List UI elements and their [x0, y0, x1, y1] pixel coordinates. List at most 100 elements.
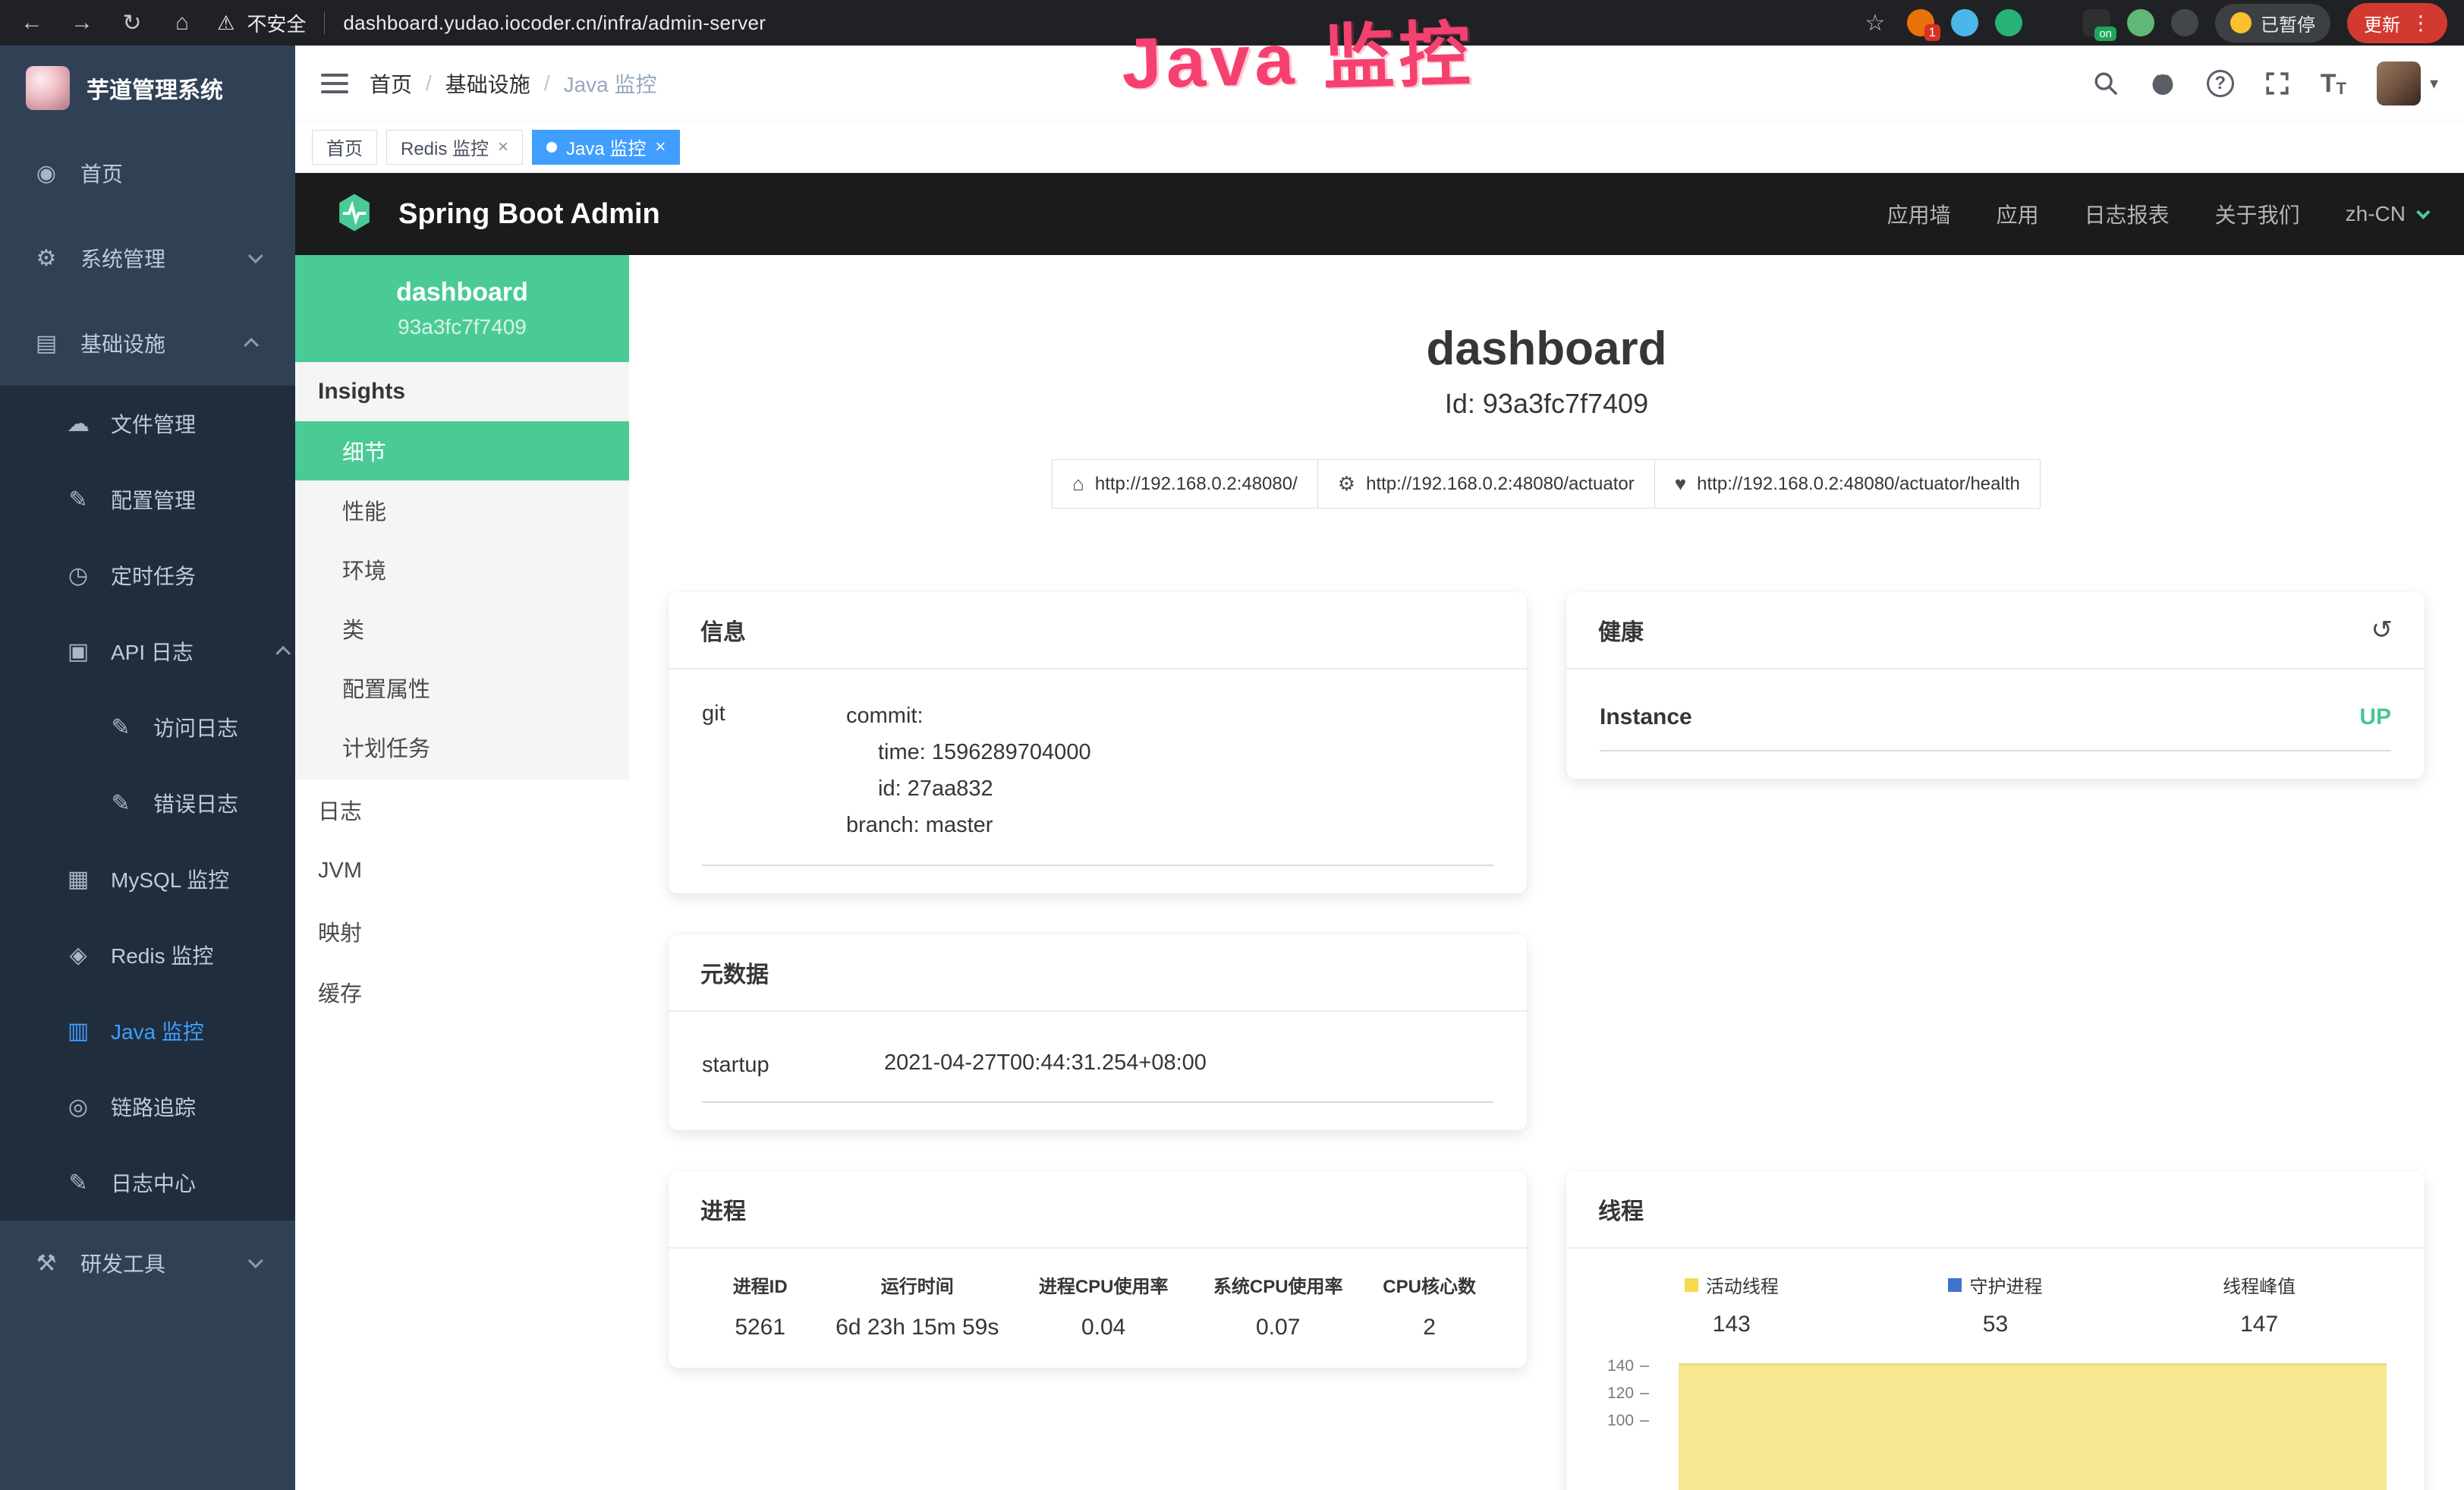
health-instance-label: Instance: [1600, 704, 1692, 730]
url-text[interactable]: dashboard.yudao.iocoder.cn/infra/admin-s…: [343, 11, 766, 35]
tag-redis-monitor[interactable]: Redis 监控 ×: [386, 130, 523, 165]
sba-item-caches[interactable]: 缓存: [295, 962, 629, 1022]
heart-icon: ♥: [1675, 472, 1686, 496]
reload-icon[interactable]: ↻: [117, 10, 147, 36]
sidebar-item-log-center[interactable]: ✎ 日志中心: [0, 1145, 295, 1221]
redis-icon: ◈: [64, 942, 93, 969]
column-header: CPU核心数: [1365, 1271, 1493, 1298]
history-icon[interactable]: ↺: [2371, 615, 2393, 645]
sba-item-scheduled-tasks[interactable]: 计划任务: [295, 717, 629, 777]
cloud-icon: ☁: [64, 411, 93, 437]
sba-nav: 应用墙 应用 日志报表 关于我们 zh-CN: [1887, 199, 2426, 229]
home-icon: ⌂: [1072, 472, 1084, 496]
address-bar[interactable]: ⚠ 不安全 dashboard.yudao.iocoder.cn/infra/a…: [217, 9, 1840, 37]
sidebar-item-label: 链路追踪: [111, 1092, 196, 1122]
legend-live: 活动线程: [1600, 1271, 1864, 1298]
close-icon[interactable]: ×: [655, 137, 666, 158]
threads-legend: 活动线程 守护进程 线程峰值 143: [1600, 1271, 2391, 1337]
sidebar-item-infrastructure[interactable]: ▤ 基础设施: [0, 301, 295, 386]
breadcrumb-infrastructure[interactable]: 基础设施: [445, 68, 530, 99]
sidebar-item-error-log[interactable]: ✎ 错误日志: [0, 765, 295, 841]
update-button[interactable]: 更新 ⋮: [2347, 3, 2447, 43]
sidebar-item-api-log[interactable]: ▣ API 日志: [0, 613, 295, 689]
sidebar-item-label: 基础设施: [80, 328, 165, 358]
sba-title[interactable]: Spring Boot Admin: [398, 198, 660, 231]
search-icon[interactable]: [2093, 71, 2119, 96]
card-title: 健康: [1598, 613, 1644, 647]
sba-item-mappings[interactable]: 映射: [295, 901, 629, 962]
close-icon[interactable]: ×: [498, 137, 508, 158]
sidebar-item-devtools[interactable]: ⚒ 研发工具: [0, 1221, 295, 1306]
sidebar-item-config-manage[interactable]: ✎ 配置管理: [0, 461, 295, 537]
security-label[interactable]: 不安全: [247, 9, 306, 37]
sidebar-item-home[interactable]: ◉ 首页: [0, 131, 295, 216]
font-size-icon[interactable]: TT: [2321, 69, 2346, 99]
chevron-down-icon: [248, 248, 263, 263]
sidebar-item-access-log[interactable]: ✎ 访问日志: [0, 689, 295, 765]
tag-java-monitor[interactable]: Java 监控 ×: [532, 130, 680, 165]
bookmark-star-icon[interactable]: ☆: [1860, 10, 1890, 36]
sidebar-item-scheduled-job[interactable]: ◷ 定时任务: [0, 537, 295, 613]
paused-badge[interactable]: 已暂停: [2215, 4, 2330, 43]
avatar[interactable]: [2377, 61, 2421, 106]
tag-home[interactable]: 首页: [312, 130, 377, 165]
extension-teal-icon[interactable]: [1995, 9, 2022, 36]
hamburger-icon[interactable]: [321, 74, 348, 93]
sidebar-item-redis-monitor[interactable]: ◈ Redis 监控: [0, 917, 295, 993]
sba-nav-about[interactable]: 关于我们: [2215, 199, 2300, 229]
app-logo[interactable]: 芋道管理系统: [0, 46, 295, 131]
home-icon[interactable]: ⌂: [167, 10, 197, 36]
browser-menu-icon[interactable]: ⋮: [2411, 11, 2431, 35]
card-title: 信息: [700, 613, 746, 647]
fullscreen-icon[interactable]: [2264, 71, 2290, 96]
dashboard-icon: ◉: [32, 160, 61, 187]
health-url-link[interactable]: ♥ http://192.168.0.2:48080/actuator/heal…: [1654, 459, 2041, 509]
sidebar-item-system[interactable]: ⚙ 系统管理: [0, 216, 295, 301]
service-url-link[interactable]: ⌂ http://192.168.0.2:48080/: [1052, 459, 1318, 509]
info-card: 信息 git commit: time: 1596289704000 id: 2…: [669, 592, 1527, 893]
health-card: 健康 ↺ Instance UP: [1566, 592, 2425, 779]
sidebar-item-file-manage[interactable]: ☁ 文件管理: [0, 386, 295, 461]
breadcrumb-current: Java 监控: [564, 68, 657, 99]
devtools-icon: ⚒: [32, 1250, 61, 1277]
sba-item-details[interactable]: 细节: [295, 421, 629, 480]
sba-locale-select[interactable]: zh-CN: [2346, 202, 2426, 226]
sba-item-jvm[interactable]: JVM: [295, 840, 629, 901]
github-icon[interactable]: [2149, 70, 2176, 97]
live-threads-area: [1679, 1363, 2387, 1490]
sba-nav-journal[interactable]: 日志报表: [2085, 199, 2170, 229]
row-key: git: [702, 698, 846, 843]
extension-orange-icon[interactable]: 1: [1907, 9, 1934, 36]
instance-health-row[interactable]: Instance UP: [1600, 692, 2391, 751]
extension-drop-icon[interactable]: [1951, 9, 1978, 36]
sba-logo-icon[interactable]: [333, 191, 376, 238]
sba-item-metrics[interactable]: 性能: [295, 480, 629, 540]
sidebar-item-mysql-monitor[interactable]: ▦ MySQL 监控: [0, 841, 295, 917]
sba-item-config-props[interactable]: 配置属性: [295, 658, 629, 717]
extension-pin-icon[interactable]: [2171, 9, 2198, 36]
forward-icon[interactable]: →: [67, 10, 97, 36]
sidebar-item-label: Redis 监控: [111, 940, 213, 970]
git-id-line: id: 27aa832: [846, 771, 1493, 808]
tag-label: Redis 监控: [401, 134, 489, 160]
link-label: http://192.168.0.2:48080/: [1095, 474, 1298, 495]
sidebar-item-trace[interactable]: ◎ 链路追踪: [0, 1069, 295, 1145]
sba-item-logs[interactable]: 日志: [295, 780, 629, 840]
breadcrumb-home[interactable]: 首页: [370, 68, 412, 99]
instance-box[interactable]: dashboard 93a3fc7f7409: [295, 255, 629, 362]
actuator-url-link[interactable]: ⚙ http://192.168.0.2:48080/actuator: [1317, 459, 1655, 509]
live-threads-value: 143: [1600, 1312, 1864, 1337]
extension-dark-icon[interactable]: on: [2083, 9, 2110, 36]
sba-item-classes[interactable]: 类: [295, 599, 629, 658]
user-menu[interactable]: ▾: [2377, 61, 2438, 106]
back-icon[interactable]: ←: [17, 10, 47, 36]
sidebar-item-java-monitor[interactable]: ▥ Java 监控: [0, 993, 295, 1069]
spring-boot-admin-frame: Spring Boot Admin 应用墙 应用 日志报表 关于我们 zh-CN: [295, 173, 2464, 1490]
column-header: 系统CPU使用率: [1191, 1271, 1365, 1298]
help-icon[interactable]: ?: [2207, 70, 2234, 97]
sba-item-environment[interactable]: 环境: [295, 540, 629, 599]
sba-nav-applications[interactable]: 应用: [1997, 199, 2039, 229]
extension-leaf-icon[interactable]: [2127, 9, 2154, 36]
card-title: 进程: [700, 1192, 746, 1226]
sba-nav-wallboard[interactable]: 应用墙: [1887, 199, 1951, 229]
